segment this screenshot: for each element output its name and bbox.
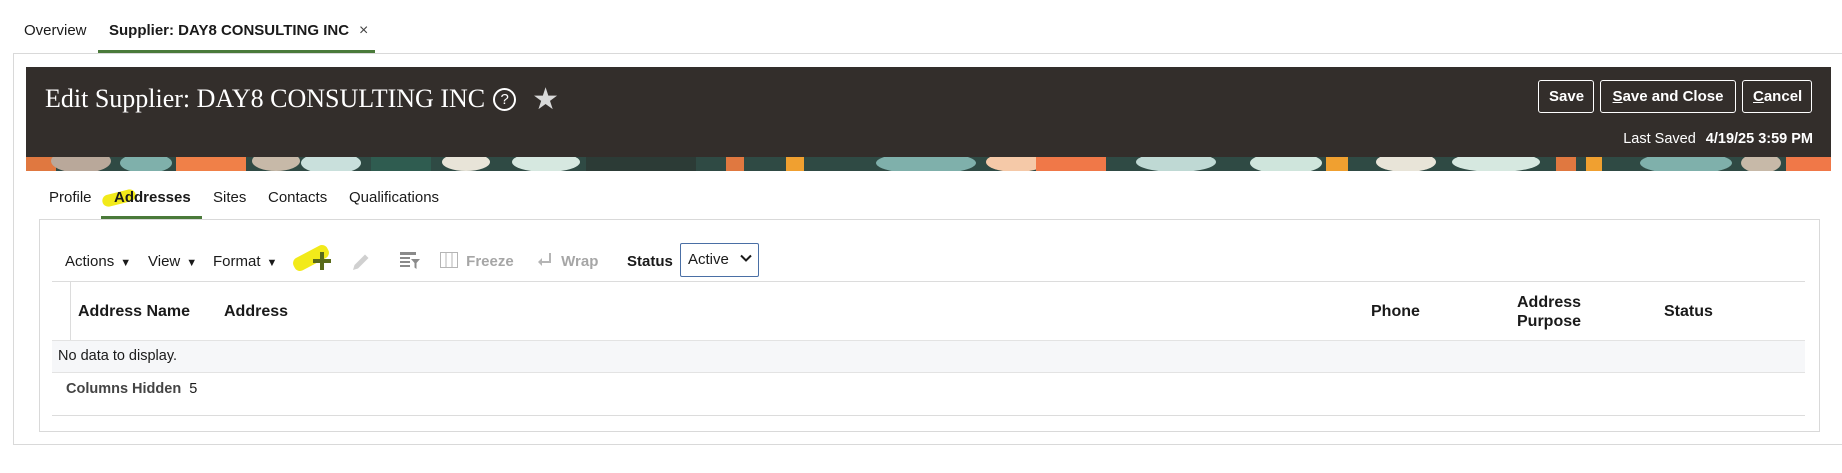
column-header-phone[interactable]: Phone <box>1371 303 1420 321</box>
save-and-close-mnemonic: S <box>1612 88 1623 105</box>
column-header-status[interactable]: Status <box>1664 303 1713 321</box>
columns-hidden-info: Columns Hidden 5 <box>66 381 197 397</box>
decorative-banner <box>26 157 1831 171</box>
cancel-mnemonic: C <box>1753 88 1764 105</box>
columns-hidden-label: Columns Hidden <box>66 381 182 397</box>
edit-row-button[interactable] <box>350 251 372 277</box>
sub-tab-profile[interactable]: Profile <box>49 189 92 206</box>
sub-tab-qualifications[interactable]: Qualifications <box>349 189 439 206</box>
freeze-button[interactable]: Freeze <box>440 252 514 270</box>
pencil-icon <box>353 254 369 270</box>
table-bottom-border <box>52 415 1805 416</box>
page-title: Edit Supplier: DAY8 CONSULTING INC <box>45 84 486 113</box>
cancel-label: ancel <box>1763 88 1803 105</box>
tab-supplier-label: Supplier: DAY8 CONSULTING INC <box>109 22 350 39</box>
page-title-wrap: Edit Supplier: DAY8 CONSULTING INC? ★ <box>45 82 559 117</box>
column-header-address-name[interactable]: Address Name <box>78 303 190 321</box>
help-icon[interactable]: ? <box>493 88 517 111</box>
status-filter-label: Status <box>627 253 673 270</box>
empty-table-row: No data to display. <box>52 340 1805 373</box>
column-header-address-purpose-line2: Purpose <box>1517 313 1582 330</box>
tab-supplier[interactable]: Supplier: DAY8 CONSULTING INC × <box>109 22 368 40</box>
page-header: Edit Supplier: DAY8 CONSULTING INC? ★ Sav… <box>26 67 1831 157</box>
last-saved-value: 4/19/25 3:59 PM <box>1705 131 1813 147</box>
save-button[interactable]: Save <box>1538 80 1594 113</box>
empty-table-message: No data to display. <box>58 348 178 364</box>
tab-overview[interactable]: Overview <box>24 22 87 39</box>
star-icon[interactable]: ★ <box>532 83 559 116</box>
filter-table-icon <box>400 252 420 269</box>
status-select-value: Active <box>688 251 729 268</box>
wrap-label: Wrap <box>561 253 599 270</box>
plus-icon <box>313 252 331 270</box>
wrap-icon <box>538 253 551 266</box>
column-header-address-purpose[interactable]: Address Purpose <box>1517 293 1581 331</box>
view-menu[interactable]: View ▼ <box>148 253 197 270</box>
format-menu[interactable]: Format ▼ <box>213 253 277 270</box>
last-saved-label: Last Saved <box>1623 131 1696 147</box>
sub-tab-contacts[interactable]: Contacts <box>268 189 327 206</box>
table-header-left-border <box>70 282 71 340</box>
status-select[interactable]: Active <box>680 243 759 277</box>
caret-down-icon: ▼ <box>120 257 132 269</box>
chevron-down-icon <box>740 252 752 267</box>
format-menu-label: Format <box>213 253 261 270</box>
freeze-columns-icon <box>440 252 458 268</box>
actions-menu-label: Actions <box>65 253 115 270</box>
columns-hidden-value: 5 <box>189 381 198 397</box>
view-menu-label: View <box>148 253 181 270</box>
sub-tab-addresses[interactable]: Addresses <box>114 189 191 206</box>
last-saved: Last Saved 4/19/25 3:59 PM <box>1623 131 1813 147</box>
caret-down-icon: ▼ <box>186 257 198 269</box>
wrap-button[interactable]: Wrap <box>537 252 598 270</box>
column-header-address[interactable]: Address <box>224 303 288 321</box>
add-row-button[interactable] <box>310 249 334 277</box>
cancel-button[interactable]: Cancel <box>1742 80 1812 113</box>
column-header-address-purpose-line1: Address <box>1517 294 1582 311</box>
save-and-close-label: ave and Close <box>1622 88 1724 105</box>
close-tab-icon[interactable]: × <box>359 22 368 39</box>
freeze-label: Freeze <box>466 253 514 270</box>
actions-menu[interactable]: Actions ▼ <box>65 253 131 270</box>
query-by-example-button[interactable] <box>399 250 421 276</box>
table-header-top-border <box>52 281 1805 282</box>
save-and-close-button[interactable]: Save and Close <box>1600 80 1736 113</box>
caret-down-icon: ▼ <box>266 257 278 269</box>
sub-tab-sites[interactable]: Sites <box>213 189 246 206</box>
top-tab-bar: Overview Supplier: DAY8 CONSULTING INC × <box>0 0 1842 54</box>
